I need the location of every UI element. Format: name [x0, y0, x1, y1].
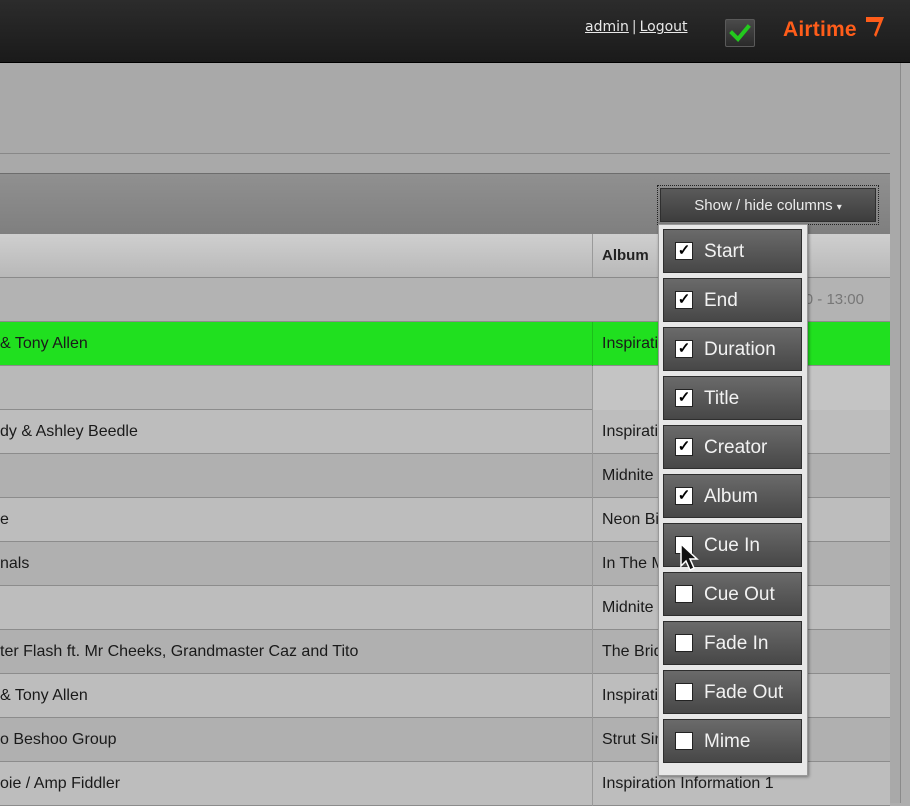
column-option-label: Fade In	[704, 633, 769, 654]
link-separator: |	[631, 19, 637, 35]
cell-creator: oie / Amp Fiddler	[0, 775, 121, 792]
cell-creator: o Beshoo Group	[0, 731, 117, 748]
column-option-label: Cue In	[704, 535, 760, 556]
status-button[interactable]	[725, 19, 755, 47]
column-option-title[interactable]: ✓ Title	[663, 376, 802, 420]
top-bar: admin | Logout Airtime	[0, 0, 910, 63]
column-option-label: Creator	[704, 437, 768, 458]
column-option-end[interactable]: ✓ End	[663, 278, 802, 322]
cell-creator: nals	[0, 555, 30, 572]
check-icon	[729, 24, 751, 42]
username-link[interactable]: admin	[585, 19, 629, 35]
show-hide-columns-label[interactable]: Show / hide columns ▾	[660, 188, 876, 222]
mouse-cursor-icon	[680, 542, 699, 572]
column-option-mime[interactable]: Mime	[663, 719, 802, 763]
column-option-album[interactable]: ✓ Album	[663, 474, 802, 518]
show-hide-text: Show / hide columns	[694, 197, 833, 214]
cell-creator	[0, 454, 592, 498]
checkbox-checked-icon[interactable]: ✓	[675, 340, 693, 358]
column-option-label: Duration	[704, 339, 776, 360]
column-option-creator[interactable]: ✓ Creator	[663, 425, 802, 469]
brand-arrow-icon	[866, 17, 884, 37]
cell-creator: & Tony Allen	[0, 335, 88, 352]
user-links: admin | Logout	[585, 19, 688, 35]
column-option-label: Cue Out	[704, 584, 775, 605]
checkbox-unchecked-icon[interactable]	[675, 585, 693, 603]
cell-creator	[0, 586, 592, 630]
brand-logo[interactable]: Airtime	[783, 18, 857, 42]
checkbox-checked-icon[interactable]: ✓	[675, 487, 693, 505]
show-hide-columns-button[interactable]: Show / hide columns ▾	[657, 185, 879, 225]
checkbox-unchecked-icon[interactable]	[675, 732, 693, 750]
column-option-label: Title	[704, 388, 740, 409]
cell-creator: ter Flash ft. Mr Cheeks, Grandmaster Caz…	[0, 643, 359, 660]
column-option-fade-in[interactable]: Fade In	[663, 621, 802, 665]
chevron-down-icon: ▾	[836, 202, 842, 213]
column-option-duration[interactable]: ✓ Duration	[663, 327, 802, 371]
checkbox-checked-icon[interactable]: ✓	[675, 291, 693, 309]
column-option-label: Album	[704, 486, 758, 507]
column-option-label: End	[704, 290, 738, 311]
column-option-cue-out[interactable]: Cue Out	[663, 572, 802, 616]
checkbox-checked-icon[interactable]: ✓	[675, 242, 693, 260]
checkbox-checked-icon[interactable]: ✓	[675, 389, 693, 407]
column-option-start[interactable]: ✓ Start	[663, 229, 802, 273]
column-option-label: Mime	[704, 731, 751, 752]
cell-creator	[0, 366, 592, 410]
cell-creator: e	[0, 511, 9, 528]
checkbox-checked-icon[interactable]: ✓	[675, 438, 693, 456]
cell-creator: & Tony Allen	[0, 687, 88, 704]
column-visibility-menu: ✓ Start ✓ End ✓ Duration ✓ Title ✓ Creator ✓ Album C…	[658, 224, 808, 776]
cell-creator	[0, 278, 592, 322]
logout-link[interactable]: Logout	[640, 19, 688, 35]
column-option-label: Fade Out	[704, 682, 784, 703]
cell-creator: dy & Ashley Beedle	[0, 423, 138, 440]
checkbox-unchecked-icon[interactable]	[675, 634, 693, 652]
checkbox-unchecked-icon[interactable]	[675, 683, 693, 701]
column-option-label: Start	[704, 241, 745, 262]
column-option-fade-out[interactable]: Fade Out	[663, 670, 802, 714]
divider	[0, 153, 890, 154]
